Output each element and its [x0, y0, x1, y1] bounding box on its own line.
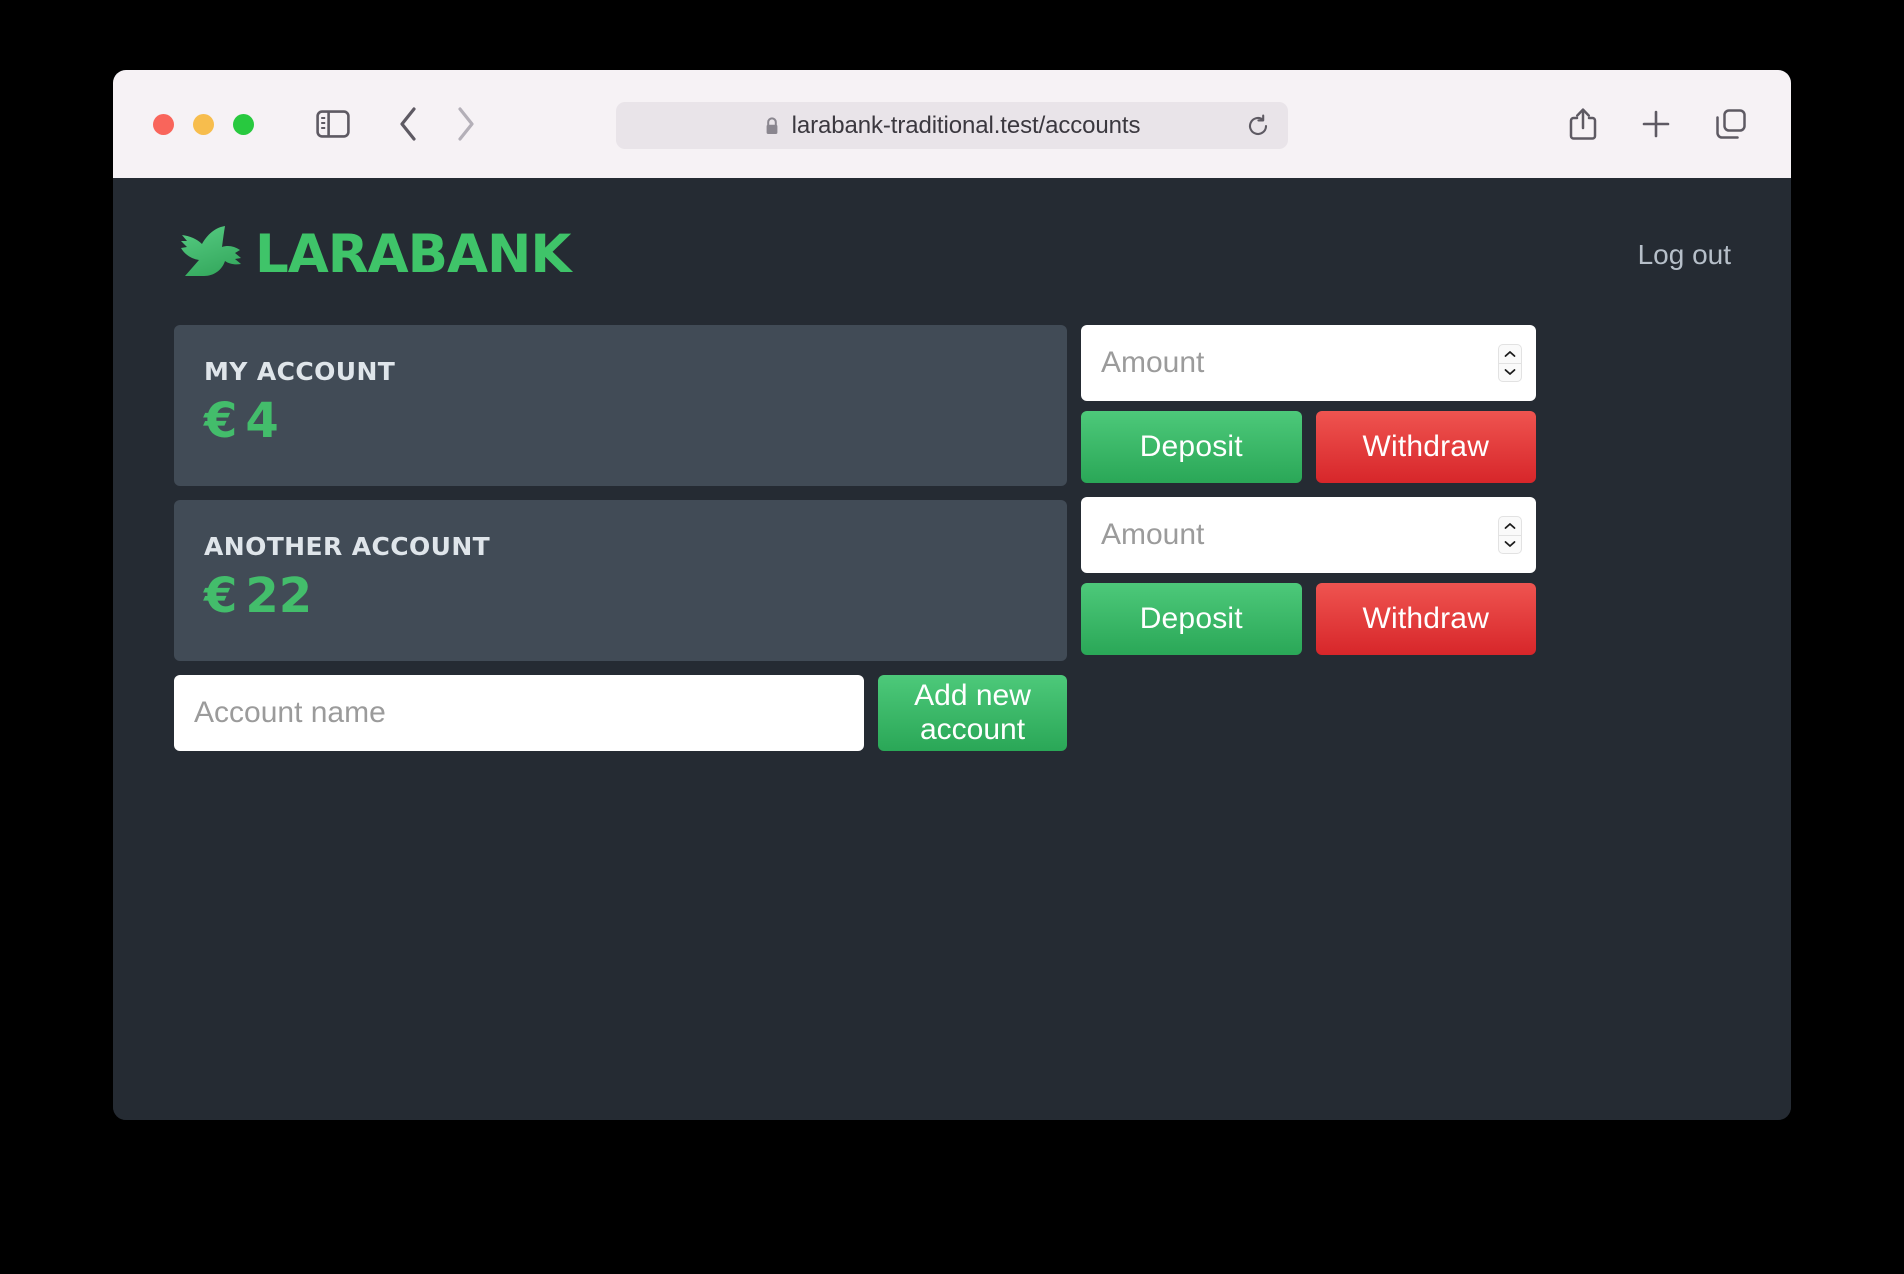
chevron-left-icon[interactable]	[398, 107, 418, 141]
reload-icon[interactable]	[1246, 114, 1270, 138]
app-header: LARABANK Log out	[113, 178, 1791, 285]
accounts-column: MY ACCOUNT €4 ANOTHER ACCOUNT €22 Accoun…	[174, 325, 1067, 751]
close-button[interactable]	[153, 113, 174, 135]
number-stepper[interactable]	[1498, 516, 1522, 554]
currency-symbol: €	[204, 568, 238, 624]
brand: LARABANK	[173, 224, 571, 285]
browser-toolbar: larabank-traditional.test/accounts	[113, 70, 1791, 178]
tabs-icon[interactable]	[1715, 108, 1747, 140]
withdraw-button[interactable]: Withdraw	[1315, 411, 1536, 483]
account-card: ANOTHER ACCOUNT €22	[174, 500, 1067, 661]
url-text: larabank-traditional.test/accounts	[791, 111, 1141, 139]
currency-symbol: €	[204, 393, 238, 449]
account-balance: €22	[204, 571, 1037, 621]
browser-window: larabank-traditional.test/accounts LARAB…	[113, 70, 1791, 1120]
account-name-field[interactable]	[174, 675, 864, 751]
lock-icon	[764, 116, 780, 136]
stepper-up-icon[interactable]	[1499, 517, 1521, 535]
plus-icon[interactable]	[1641, 109, 1671, 139]
stepper-down-icon[interactable]	[1499, 362, 1521, 382]
transaction-buttons: Deposit Withdraw	[1081, 583, 1536, 655]
logout-link[interactable]: Log out	[1638, 239, 1731, 271]
amount-input[interactable]	[1099, 517, 1490, 553]
maximize-button[interactable]	[233, 113, 254, 135]
account-card: MY ACCOUNT €4	[174, 325, 1067, 486]
toolbar-right-actions	[1569, 107, 1763, 141]
page-content: LARABANK Log out MY ACCOUNT €4 ANOTHER A…	[113, 178, 1791, 1120]
deposit-button[interactable]: Deposit	[1081, 583, 1302, 655]
account-actions: Deposit Withdraw	[1081, 497, 1536, 655]
account-name: MY ACCOUNT	[204, 357, 396, 386]
account-actions: Deposit Withdraw	[1081, 325, 1536, 483]
amount-field[interactable]	[1081, 325, 1536, 401]
stepper-down-icon[interactable]	[1499, 534, 1521, 554]
screen: larabank-traditional.test/accounts LARAB…	[0, 0, 1904, 1274]
url-field[interactable]: larabank-traditional.test/accounts	[616, 102, 1288, 149]
account-balance: €4	[204, 396, 1037, 446]
deposit-button[interactable]: Deposit	[1081, 411, 1302, 483]
sidebar-icon[interactable]	[316, 110, 350, 138]
number-stepper[interactable]	[1498, 344, 1522, 382]
accounts-layout: MY ACCOUNT €4 ANOTHER ACCOUNT €22 Accoun…	[113, 285, 1791, 751]
brand-name: LARABANK	[255, 224, 571, 285]
stepper-up-icon[interactable]	[1499, 345, 1521, 363]
account-name-input[interactable]	[192, 695, 846, 731]
window-controls	[153, 113, 254, 135]
transaction-buttons: Deposit Withdraw	[1081, 411, 1536, 483]
address-bar[interactable]: larabank-traditional.test/accounts	[616, 102, 1288, 149]
share-icon[interactable]	[1569, 107, 1597, 141]
add-new-account-button[interactable]: Add new account	[878, 675, 1067, 751]
amount-input[interactable]	[1099, 345, 1490, 381]
amount-field[interactable]	[1081, 497, 1536, 573]
bird-logo-icon	[173, 224, 245, 285]
chevron-right-icon[interactable]	[456, 107, 476, 141]
minimize-button[interactable]	[193, 113, 214, 135]
add-account-form: Add new account	[174, 675, 1067, 751]
actions-column: Deposit Withdraw	[1081, 325, 1536, 669]
balance-value: 22	[245, 568, 313, 624]
withdraw-button[interactable]: Withdraw	[1315, 583, 1536, 655]
account-name: ANOTHER ACCOUNT	[204, 532, 491, 561]
balance-value: 4	[245, 393, 279, 449]
